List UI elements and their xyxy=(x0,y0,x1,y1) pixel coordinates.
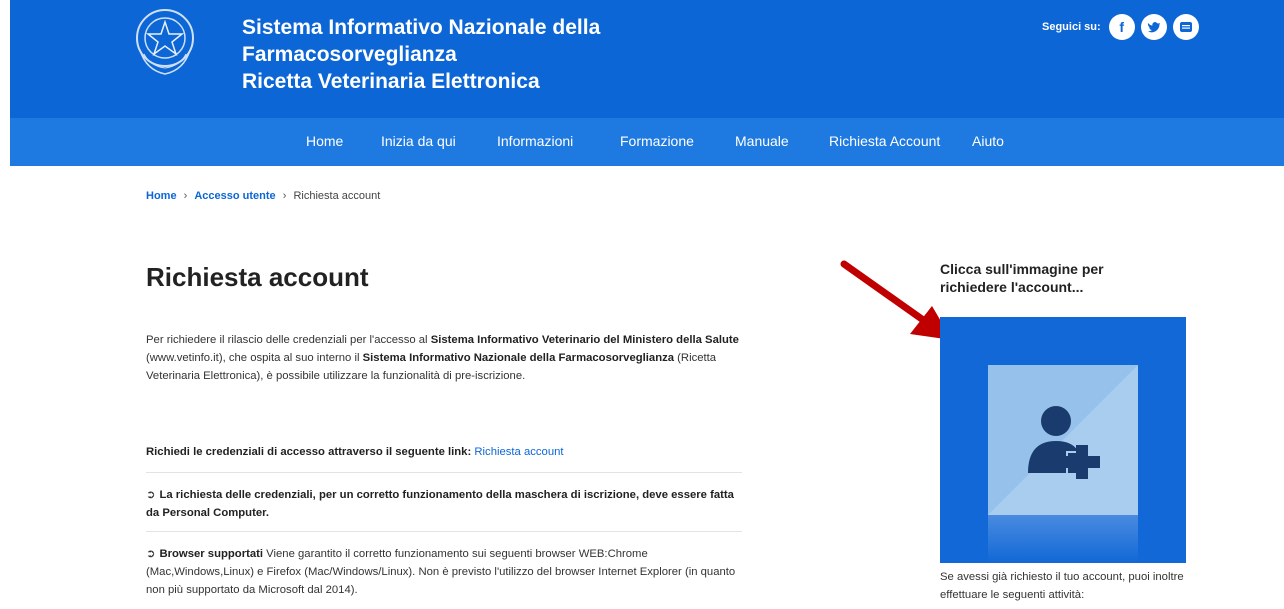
nav-formazione[interactable]: Formazione xyxy=(620,133,694,149)
breadcrumb-home[interactable]: Home xyxy=(146,190,177,202)
intro-text: (www.vetinfo.it), che ospita al suo inte… xyxy=(146,352,363,364)
sidebar-title: Clicca sull'immagine per richiedere l'ac… xyxy=(940,261,1104,295)
nav-home[interactable]: Home xyxy=(306,133,343,149)
breadcrumb-accesso-utente[interactable]: Accesso utente xyxy=(194,190,275,202)
facebook-icon[interactable]: f xyxy=(1108,14,1135,40)
site-title-line2: Farmacosorveglianza xyxy=(242,43,457,66)
sidebar-note: Se avessi già richiesto il tuo account, … xyxy=(940,571,1184,601)
site-title-line3: Ricetta Veterinaria Elettronica xyxy=(242,70,540,93)
republic-emblem-icon xyxy=(136,9,194,75)
intro-paragraph: Per richiedere il rilascio delle credenz… xyxy=(146,331,746,385)
note-personal-computer-text: La richiesta delle credenziali, per un c… xyxy=(146,489,734,519)
request-account-link[interactable]: Richiesta account xyxy=(474,446,563,458)
youtube-icon[interactable] xyxy=(1172,14,1199,40)
circle-arrow-right-icon: ➲ xyxy=(146,489,156,501)
site-title[interactable]: Sistema Informativo Nazionale della Farm… xyxy=(242,14,600,95)
site-title-line1: Sistema Informativo Nazionale della xyxy=(242,16,601,39)
nav-richiesta-account[interactable]: Richiesta Account xyxy=(829,133,940,149)
intro-bold-sistema-veterinario: Sistema Informativo Veterinario del Mini… xyxy=(430,334,739,346)
note-browser-label: Browser supportati xyxy=(159,548,264,560)
intro-text: Per richiedere il rilascio delle credenz… xyxy=(146,334,431,346)
nav-aiuto[interactable]: Aiuto xyxy=(972,133,1004,149)
circle-arrow-right-icon: ➲ xyxy=(146,548,156,560)
site-header: Sistema Informativo Nazionale della Farm… xyxy=(10,0,1284,118)
social-label: Seguici su: xyxy=(1042,21,1101,33)
breadcrumb-separator: › xyxy=(183,190,188,202)
breadcrumb-separator: › xyxy=(282,190,287,202)
account-image-reflection xyxy=(988,515,1138,563)
breadcrumb-current: Richiesta account xyxy=(293,190,381,202)
request-link-row: Richiedi le credenziali di accesso attra… xyxy=(146,443,742,461)
account-image-tile xyxy=(988,365,1138,515)
note-browser-supportati: ➲ Browser supportati Viene garantito il c… xyxy=(146,545,742,599)
red-arrow-icon xyxy=(840,260,952,340)
divider xyxy=(146,472,742,473)
nav-manuale[interactable]: Manuale xyxy=(735,133,789,149)
main-nav: Home Inizia da qui Informazioni Formazio… xyxy=(10,118,1284,166)
note-personal-computer: ➲ La richiesta delle credenziali, per un … xyxy=(146,486,742,522)
nav-inizia-da-qui[interactable]: Inizia da qui xyxy=(381,133,456,149)
request-link-label: Richiedi le credenziali di accesso attra… xyxy=(146,446,472,458)
nav-informazioni[interactable]: Informazioni xyxy=(497,133,573,149)
page-title: Richiesta account xyxy=(146,262,369,292)
divider xyxy=(146,531,742,532)
twitter-icon[interactable] xyxy=(1140,14,1167,40)
social-links: Seguici su: f xyxy=(1042,14,1199,40)
add-user-icon xyxy=(1028,406,1100,479)
request-account-image[interactable] xyxy=(940,317,1186,563)
breadcrumb: Home › Accesso utente › Richiesta accoun… xyxy=(146,190,380,202)
intro-bold-farmacosorveglianza: Sistema Informativo Nazionale della Farm… xyxy=(362,352,675,364)
